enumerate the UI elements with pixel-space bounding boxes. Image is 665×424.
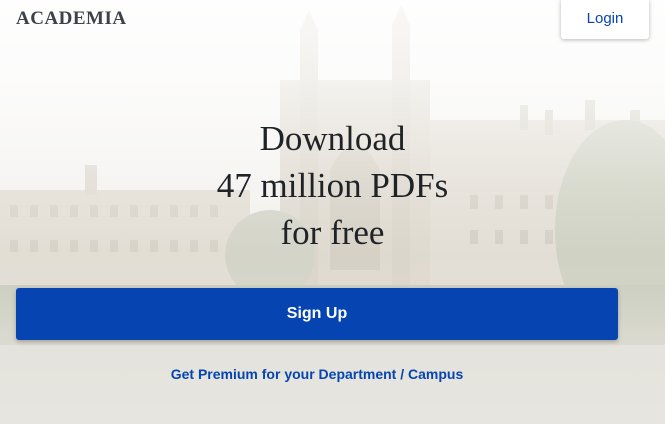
headline-line-3: for free [280,213,385,252]
headline-line-1: Download [259,119,406,158]
sign-up-button[interactable]: Sign Up [16,288,618,340]
headline-line-2: 47 million PDFs [216,166,449,205]
login-button[interactable]: Login [561,0,649,39]
hero-headline: Download 47 million PDFs for free [0,115,665,256]
get-premium-link[interactable]: Get Premium for your Department / Campus [0,366,634,382]
academia-logo[interactable]: ACADEMIA [16,8,127,30]
